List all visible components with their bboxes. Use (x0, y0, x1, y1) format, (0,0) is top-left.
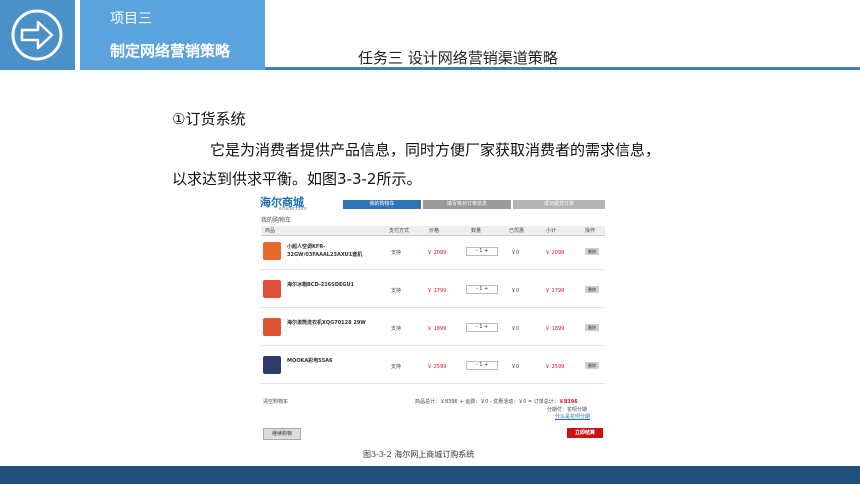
cart-row: 海尔冰箱BCD-216SDEGU1 支持 ￥ 1799 - 1 + ￥0 ￥ 1799 删除 (261, 275, 605, 308)
coupon-link[interactable]: 什么是花呗分期 (555, 413, 590, 420)
cart-row: MOOKA彩电55A6 支持 ￥ 2599 - 1 + ￥0 ￥ 2599 删除 (261, 351, 605, 384)
section-heading: ①订货系统 (172, 110, 246, 128)
project-label: 项目三 (110, 11, 152, 27)
product-name[interactable]: 海尔冰箱BCD-216SDEGU1 (287, 281, 375, 289)
payment-support: 支持 (391, 326, 402, 332)
subtotal-value: ￥ 1899 (545, 326, 565, 332)
delete-button[interactable]: 删除 (585, 286, 599, 293)
shopping-cart-screenshot: 海尔商城 ehaier.com 我的购物车 填写核对订单信息 成功提交订单 我的… (257, 193, 607, 443)
paragraph-line-2: 以求达到供求平衡。如图3-3-2所示。 (172, 170, 422, 188)
footer-bar (0, 466, 860, 484)
delete-button[interactable]: 删除 (585, 324, 599, 331)
figure-caption: 图3-3-2 海尔网上商城订购系统 (363, 450, 475, 459)
product-thumbnail[interactable] (263, 356, 281, 374)
project-panel: 项目三 制定网络营销策略 (80, 0, 265, 70)
cart-row: 海尔滚筒洗衣机XQG70128 29W 支持 ￥ 1899 - 1 + ￥0 ￥ 1899… (261, 313, 605, 346)
step-submit: 成功提交订单 (513, 200, 605, 209)
step-cart: 我的购物车 (343, 200, 421, 209)
quantity-stepper[interactable]: - 1 + (466, 285, 498, 294)
cart-table-header: 商品 支付方式 价格 数量 已优惠 小计 操作 (261, 226, 605, 236)
delete-button[interactable]: 删除 (585, 248, 599, 255)
quantity-stepper[interactable]: - 1 + (466, 323, 498, 332)
discount-value: ￥0 (511, 364, 520, 370)
paragraph-line-1: 它是为消费者提供产品信息，同时方便厂家获取消费者的需求信息， (210, 141, 661, 159)
continue-shopping-button[interactable]: 继续购物 (263, 428, 301, 440)
payment-support: 支持 (391, 288, 402, 294)
product-thumbnail[interactable] (263, 242, 281, 260)
quantity-stepper[interactable]: - 1 + (466, 247, 498, 256)
logo-box (0, 0, 75, 70)
product-name[interactable]: 小超人空调KFR-32GW/03FAAAL23AXU1套机 (287, 243, 375, 259)
summary-total: ￥8396 (558, 399, 578, 405)
col-subtotal: 小计 (546, 228, 557, 234)
header-divider (265, 67, 860, 70)
product-price: ￥ 2599 (427, 364, 447, 370)
col-product: 商品 (265, 228, 276, 234)
task-title: 任务三 设计网络营销渠道策略 (358, 49, 558, 67)
col-payment: 支付方式 (389, 228, 410, 234)
summary-text: 商品总计：￥8396 + 运费：￥0 - 优惠活动：￥0 = 订单总计： (415, 399, 559, 405)
step-fill-order: 填写核对订单信息 (423, 200, 511, 209)
quantity-stepper[interactable]: - 1 + (466, 361, 498, 370)
subtotal-value: ￥ 1799 (545, 288, 565, 294)
checkout-steps: 我的购物车 填写核对订单信息 成功提交订单 (343, 200, 605, 209)
clear-cart-link[interactable]: 清空购物车 (263, 398, 288, 405)
col-operation: 操作 (585, 228, 596, 234)
subtotal-value: ￥ 2599 (545, 364, 565, 370)
shop-logo-sub: ehaier.com (279, 206, 307, 212)
discount-value: ￥0 (511, 326, 520, 332)
checkout-button[interactable]: 立即结算 (567, 428, 603, 438)
cart-title: 我的购物车 (261, 217, 292, 224)
product-price: ￥ 2099 (427, 250, 447, 256)
product-price: ￥ 1899 (427, 326, 447, 332)
order-summary: 商品总计：￥8396 + 运费：￥0 - 优惠活动：￥0 = 订单总计：￥839… (415, 398, 578, 405)
subtotal-value: ￥ 2099 (545, 250, 565, 256)
cart-row: 小超人空调KFR-32GW/03FAAAL23AXU1套机 支持 ￥ 2099 - 1… (261, 237, 605, 270)
project-title: 制定网络营销策略 (110, 42, 231, 60)
payment-support: 支持 (391, 250, 402, 256)
col-quantity: 数量 (471, 228, 482, 234)
delete-button[interactable]: 删除 (585, 362, 599, 369)
product-thumbnail[interactable] (263, 318, 281, 336)
col-discount: 已优惠 (509, 228, 525, 234)
col-price: 价格 (429, 228, 440, 234)
product-price: ￥ 1799 (427, 288, 447, 294)
product-name[interactable]: 海尔滚筒洗衣机XQG70128 29W (287, 319, 375, 327)
coupon-text: 分期付：花呗分期 (547, 407, 588, 413)
payment-support: 支持 (391, 364, 402, 370)
arrow-circle-icon (11, 9, 63, 61)
product-name[interactable]: MOOKA彩电55A6 (287, 357, 375, 365)
product-thumbnail[interactable] (263, 280, 281, 298)
discount-value: ￥0 (511, 250, 520, 256)
discount-value: ￥0 (511, 288, 520, 294)
